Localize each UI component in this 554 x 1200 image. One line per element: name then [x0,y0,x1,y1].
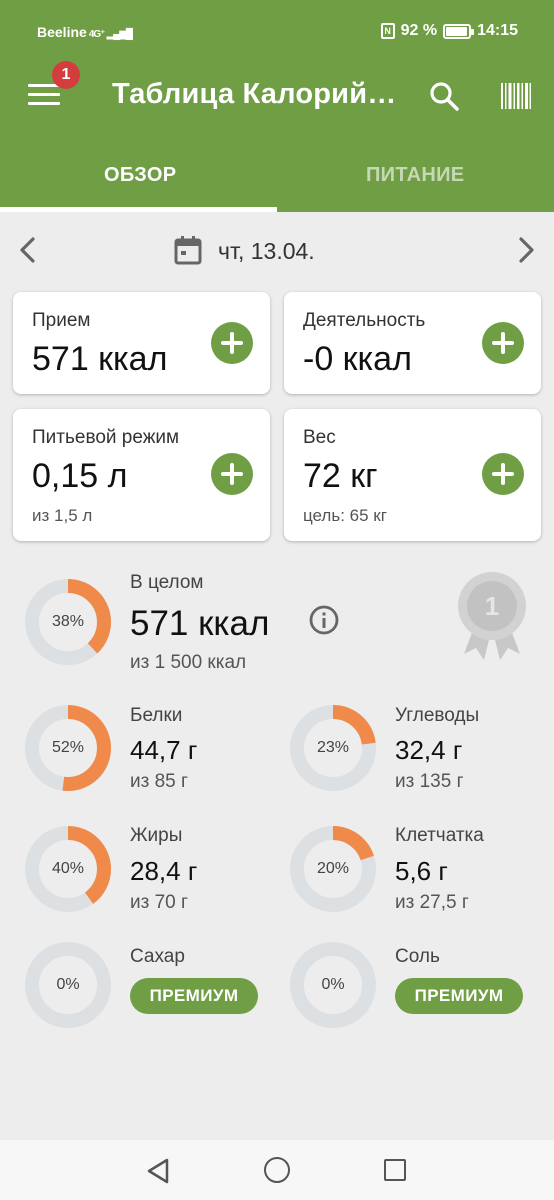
nfc-icon: N [380,23,395,39]
network-type: 4G⁺ [88,29,106,40]
current-date[interactable]: чт, 13.04. [218,238,315,265]
fiber-goal: из 27,5 г [395,892,469,913]
search-icon[interactable] [428,80,460,112]
weight-value: 72 кг [303,457,378,495]
activity-value: -0 ккал [303,340,412,378]
notification-badge: 1 [52,61,80,89]
medal-number: 1 [485,591,499,621]
fiber-value: 5,6 г [395,856,448,886]
fat-label: Жиры [130,825,183,846]
overall-goal: из 1 500 ккал [130,652,247,673]
system-navigation-bar [0,1140,554,1200]
tab-overview[interactable]: ОБЗОР [104,164,176,187]
weight-label: Вес [303,427,336,448]
medal-icon[interactable]: 1 [456,570,528,662]
protein-value: 44,7 г [130,735,198,765]
add-weight-button[interactable] [482,453,524,495]
active-tab-indicator [0,207,277,212]
add-water-button[interactable] [211,453,253,495]
date-navigation: чт, 13.04. [0,228,554,272]
menu-icon-bar [28,102,60,105]
intake-value: 571 ккал [32,340,168,378]
calendar-icon[interactable] [173,234,203,266]
menu-icon-bar [28,93,60,96]
intake-card[interactable]: Прием 571 ккал [13,292,270,394]
fat-progress-ring: 40% [24,825,112,913]
status-bar: Beeline 4G⁺ ▂▄▆█ N 92 % 14:15 [0,0,554,64]
salt-progress-ring: 0% [289,941,377,1029]
salt-label: Соль [395,946,440,967]
chevron-right-icon[interactable] [514,234,538,266]
carrier-label: Beeline 4G⁺ ▂▄▆█ [37,24,133,40]
battery-icon [443,23,475,39]
activity-label: Деятельность [303,310,426,331]
menu-button[interactable] [28,84,60,108]
activity-card[interactable]: Деятельность -0 ккал [284,292,541,394]
water-value: 0,15 л [32,457,128,495]
weight-goal: цель: 65 кг [303,506,387,525]
water-card[interactable]: Питьевой режим 0,15 л из 1,5 л [13,409,270,541]
protein-goal: из 85 г [130,771,188,792]
chevron-left-icon[interactable] [16,234,40,266]
app-title: Таблица Калорий… [112,78,397,110]
battery-percent: 92 % [400,22,438,39]
water-goal: из 1,5 л [32,506,93,525]
intake-label: Прием [32,310,91,331]
fiber-percent: 20% [316,860,350,877]
carbs-percent: 23% [316,739,350,756]
sugar-percent: 0% [56,976,80,993]
protein-label: Белки [130,705,183,726]
add-activity-button[interactable] [482,322,524,364]
overall-value: 571 ккал [130,604,270,643]
weight-card[interactable]: Вес 72 кг цель: 65 кг [284,409,541,541]
carbs-label: Углеводы [395,705,480,726]
fat-value: 28,4 г [130,856,198,886]
sugar-premium-button[interactable]: ПРЕМИУМ [130,978,258,1014]
carbs-goal: из 135 г [395,771,464,792]
barcode-scan-icon[interactable] [500,82,532,110]
fat-goal: из 70 г [130,892,188,913]
overall-progress-ring: 38% [24,578,112,666]
salt-premium-button[interactable]: ПРЕМИУМ [395,978,523,1014]
home-icon[interactable] [264,1157,290,1183]
water-label: Питьевой режим [32,427,180,448]
fiber-label: Клетчатка [395,825,484,846]
back-icon[interactable] [146,1158,170,1184]
fiber-progress-ring: 20% [289,825,377,913]
tab-nutrition[interactable]: ПИТАНИЕ [366,164,464,187]
sugar-label: Сахар [130,946,185,967]
recent-apps-icon[interactable] [384,1159,406,1181]
carbs-progress-ring: 23% [289,704,377,792]
clock: 14:15 [477,22,518,39]
fat-percent: 40% [51,860,85,877]
protein-percent: 52% [51,739,85,756]
salt-percent: 0% [321,976,345,993]
sugar-progress-ring: 0% [24,941,112,1029]
signal-icon: ▂▄▆█ [106,29,133,40]
carbs-value: 32,4 г [395,735,463,765]
carrier-name: Beeline [37,24,87,40]
protein-progress-ring: 52% [24,704,112,792]
add-intake-button[interactable] [211,322,253,364]
app-bar: Beeline 4G⁺ ▂▄▆█ N 92 % 14:15 1 Таблица Ка… [0,0,554,212]
overall-percent: 38% [51,613,85,630]
info-icon[interactable] [308,604,340,636]
overall-label: В целом [130,572,204,593]
